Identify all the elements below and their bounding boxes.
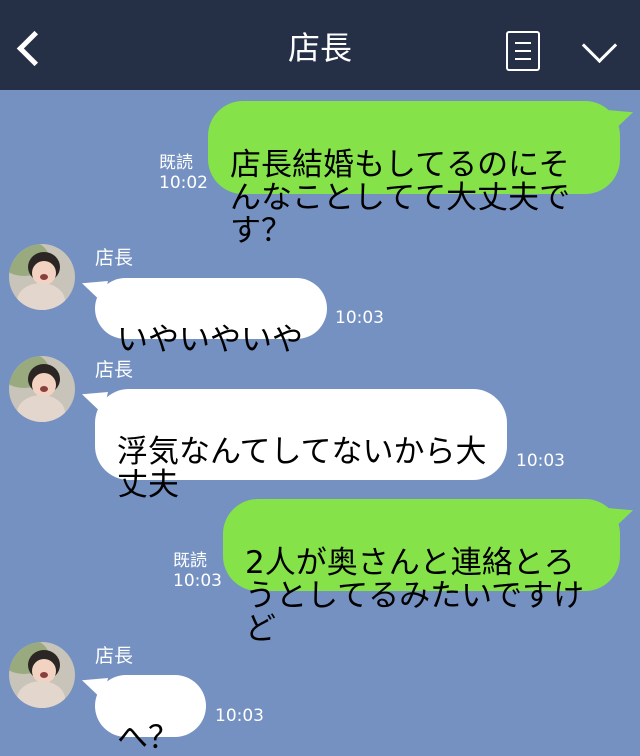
message-bubble-sent: 2人が奥さんと連絡とろうとしてるみたいですけど (223, 499, 620, 646)
notes-icon[interactable] (506, 31, 540, 71)
chevron-left-icon[interactable] (10, 28, 50, 72)
message-time: 10:03 (335, 308, 384, 328)
avatar[interactable] (9, 244, 75, 310)
message-bubble-sent: 店長結婚もしてるのにそんなことしてて大丈夫です？ (208, 101, 620, 248)
avatar[interactable] (9, 642, 75, 708)
sender-name: 店長 (95, 645, 134, 667)
message-bubble-received: いやいやいや (95, 278, 327, 357)
chat-header: 店長 (0, 0, 640, 90)
chevron-down-icon[interactable] (578, 33, 624, 73)
sender-name: 店長 (95, 247, 134, 269)
message-bubble-received: へ？ (95, 675, 206, 755)
message-time: 10:03 (215, 706, 264, 726)
avatar[interactable] (9, 356, 75, 422)
message-bubble-received: 浮気なんてしてないから大丈夫 (95, 389, 507, 502)
message-time: 10:03 (516, 451, 565, 471)
chat-title: 店長 (287, 29, 352, 67)
sender-name: 店長 (95, 359, 134, 381)
read-status: 既読 10:03 (173, 551, 222, 591)
read-status: 既読 10:02 (159, 153, 208, 193)
